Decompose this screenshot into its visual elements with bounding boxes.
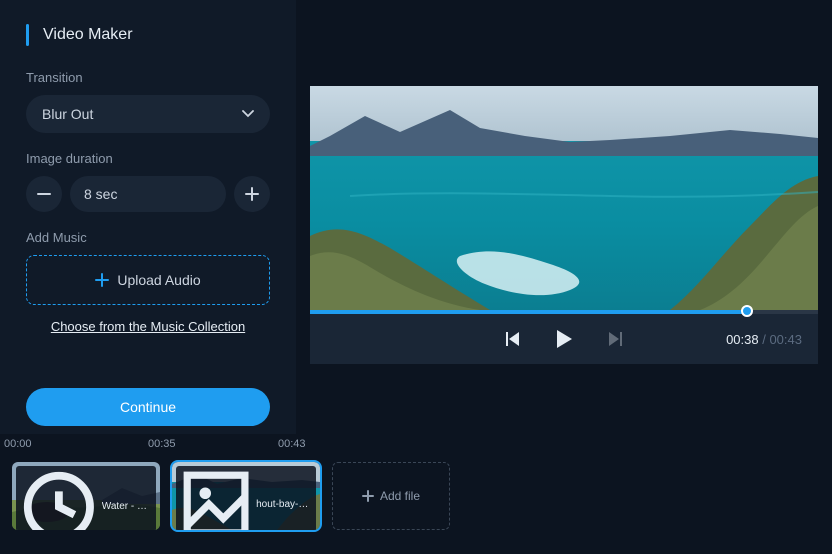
duration-increase-button[interactable] (234, 176, 270, 212)
preview-area: 00:38 / 00:43 (296, 0, 832, 434)
page-title: Video Maker (43, 26, 133, 44)
duration-decrease-button[interactable] (26, 176, 62, 212)
timeline-clip[interactable]: Water - 47450.mp4 (12, 462, 160, 530)
image-duration-value[interactable]: 8 sec (70, 176, 226, 212)
ruler-mark: 00:43 (278, 438, 306, 450)
play-icon (555, 329, 573, 349)
play-button[interactable] (555, 329, 573, 349)
timeline: 00:00 00:35 00:43 Water - 47450.mp4 (0, 434, 832, 554)
skip-forward-icon (607, 331, 623, 347)
image-duration-section: Image duration 8 sec (26, 151, 270, 212)
video-frame[interactable] (310, 86, 818, 310)
player-controls: 00:38 / 00:43 (310, 314, 818, 364)
clips-row: Water - 47450.mp4 hout-bay-view-from-c..… (0, 458, 832, 530)
current-time: 00:38 (726, 332, 759, 347)
clip-label: hout-bay-view-from-c... (176, 466, 316, 530)
ruler-mark: 00:35 (148, 438, 176, 450)
sidebar-title-row: Video Maker (26, 24, 270, 46)
timeline-clip[interactable]: hout-bay-view-from-c... (172, 462, 320, 530)
ruler-mark: 00:00 (4, 438, 32, 450)
time-display: 00:38 / 00:43 (726, 332, 802, 347)
add-file-button[interactable]: Add file (332, 462, 450, 530)
previous-button[interactable] (505, 331, 521, 347)
upload-audio-button[interactable]: Upload Audio (26, 255, 270, 305)
clock-icon (20, 468, 98, 530)
plus-icon (245, 187, 259, 201)
image-duration-label: Image duration (26, 151, 270, 166)
transition-section: Transition Blur Out (26, 70, 270, 133)
clip-label: Water - 47450.mp4 (16, 466, 156, 530)
transition-select[interactable]: Blur Out (26, 95, 270, 133)
chevron-down-icon (242, 110, 254, 118)
continue-label: Continue (120, 399, 176, 415)
transition-label: Transition (26, 70, 270, 85)
sidebar: Video Maker Transition Blur Out Image du… (0, 0, 296, 434)
plus-icon (362, 490, 374, 502)
plus-icon (95, 273, 109, 287)
title-accent (26, 24, 29, 46)
add-music-section: Add Music Upload Audio Choose from the M… (26, 230, 270, 334)
image-icon (180, 468, 252, 530)
minus-icon (37, 193, 51, 195)
music-collection-link[interactable]: Choose from the Music Collection (26, 319, 270, 334)
add-file-label: Add file (380, 489, 420, 503)
transition-value: Blur Out (42, 106, 93, 122)
upload-audio-label: Upload Audio (117, 272, 200, 288)
total-duration: 00:43 (769, 332, 802, 347)
continue-button[interactable]: Continue (26, 388, 270, 426)
video-player: 00:38 / 00:43 (310, 86, 818, 364)
timeline-ruler[interactable]: 00:00 00:35 00:43 (0, 438, 832, 458)
add-music-label: Add Music (26, 230, 270, 245)
skip-back-icon (505, 331, 521, 347)
next-button[interactable] (607, 331, 623, 347)
